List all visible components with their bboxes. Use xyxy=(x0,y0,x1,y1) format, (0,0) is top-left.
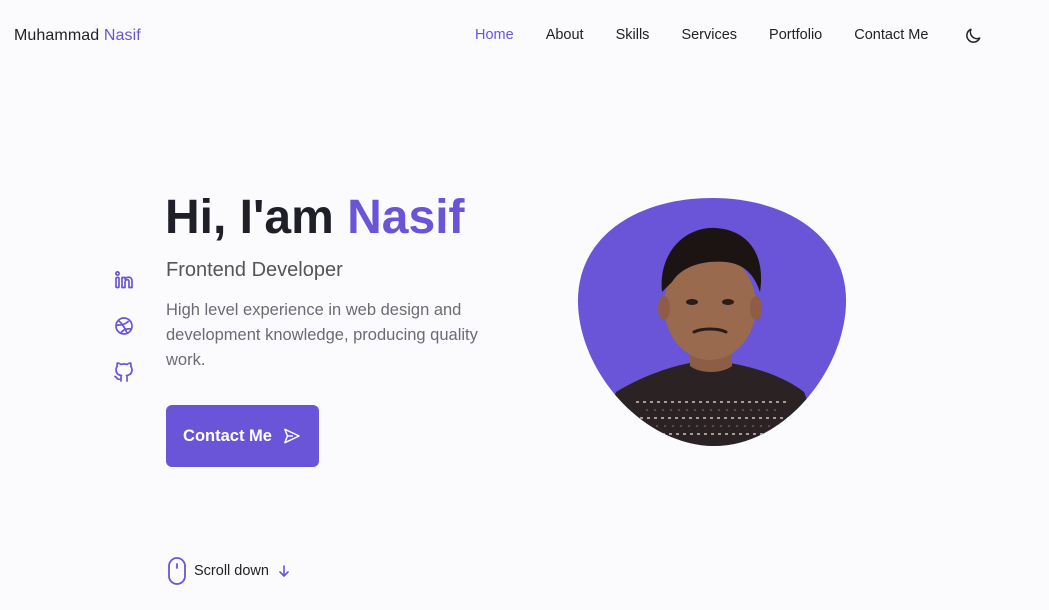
nav-portfolio[interactable]: Portfolio xyxy=(769,27,822,43)
github-icon[interactable] xyxy=(112,360,136,384)
nav-home[interactable]: Home xyxy=(475,27,514,43)
logo[interactable]: Muhammad Nasif xyxy=(14,27,141,45)
contact-me-button[interactable]: Contact Me xyxy=(166,405,319,467)
nav-services[interactable]: Services xyxy=(681,27,737,43)
hero-name: Nasif xyxy=(347,191,465,244)
logo-first: Muhammad xyxy=(14,27,100,44)
nav-skills[interactable]: Skills xyxy=(616,27,650,43)
scroll-down[interactable]: Scroll down xyxy=(166,556,291,586)
nav-contact[interactable]: Contact Me xyxy=(854,27,928,43)
logo-accent: Nasif xyxy=(103,27,141,44)
dribbble-icon[interactable] xyxy=(112,314,136,338)
arrow-down-icon xyxy=(279,565,289,577)
scroll-down-label: Scroll down xyxy=(194,563,269,579)
linkedin-icon[interactable] xyxy=(112,268,136,292)
nav-about[interactable]: About xyxy=(546,27,584,43)
hero-greeting: Hi, I'am xyxy=(165,191,334,244)
send-icon xyxy=(284,428,300,444)
contact-me-label: Contact Me xyxy=(183,426,272,445)
header: Muhammad Nasif Home About Skills Service… xyxy=(0,0,1049,72)
moon-icon[interactable] xyxy=(963,26,983,46)
profile-image xyxy=(576,196,848,448)
hero-title: Hi, I'am Nasif xyxy=(165,190,465,245)
main-nav: Home About Skills Services Portfolio Con… xyxy=(475,27,960,43)
mouse-icon xyxy=(168,557,186,585)
hero-description: High level experience in web design and … xyxy=(166,301,478,369)
hero-subtitle: Frontend Developer xyxy=(166,259,343,281)
